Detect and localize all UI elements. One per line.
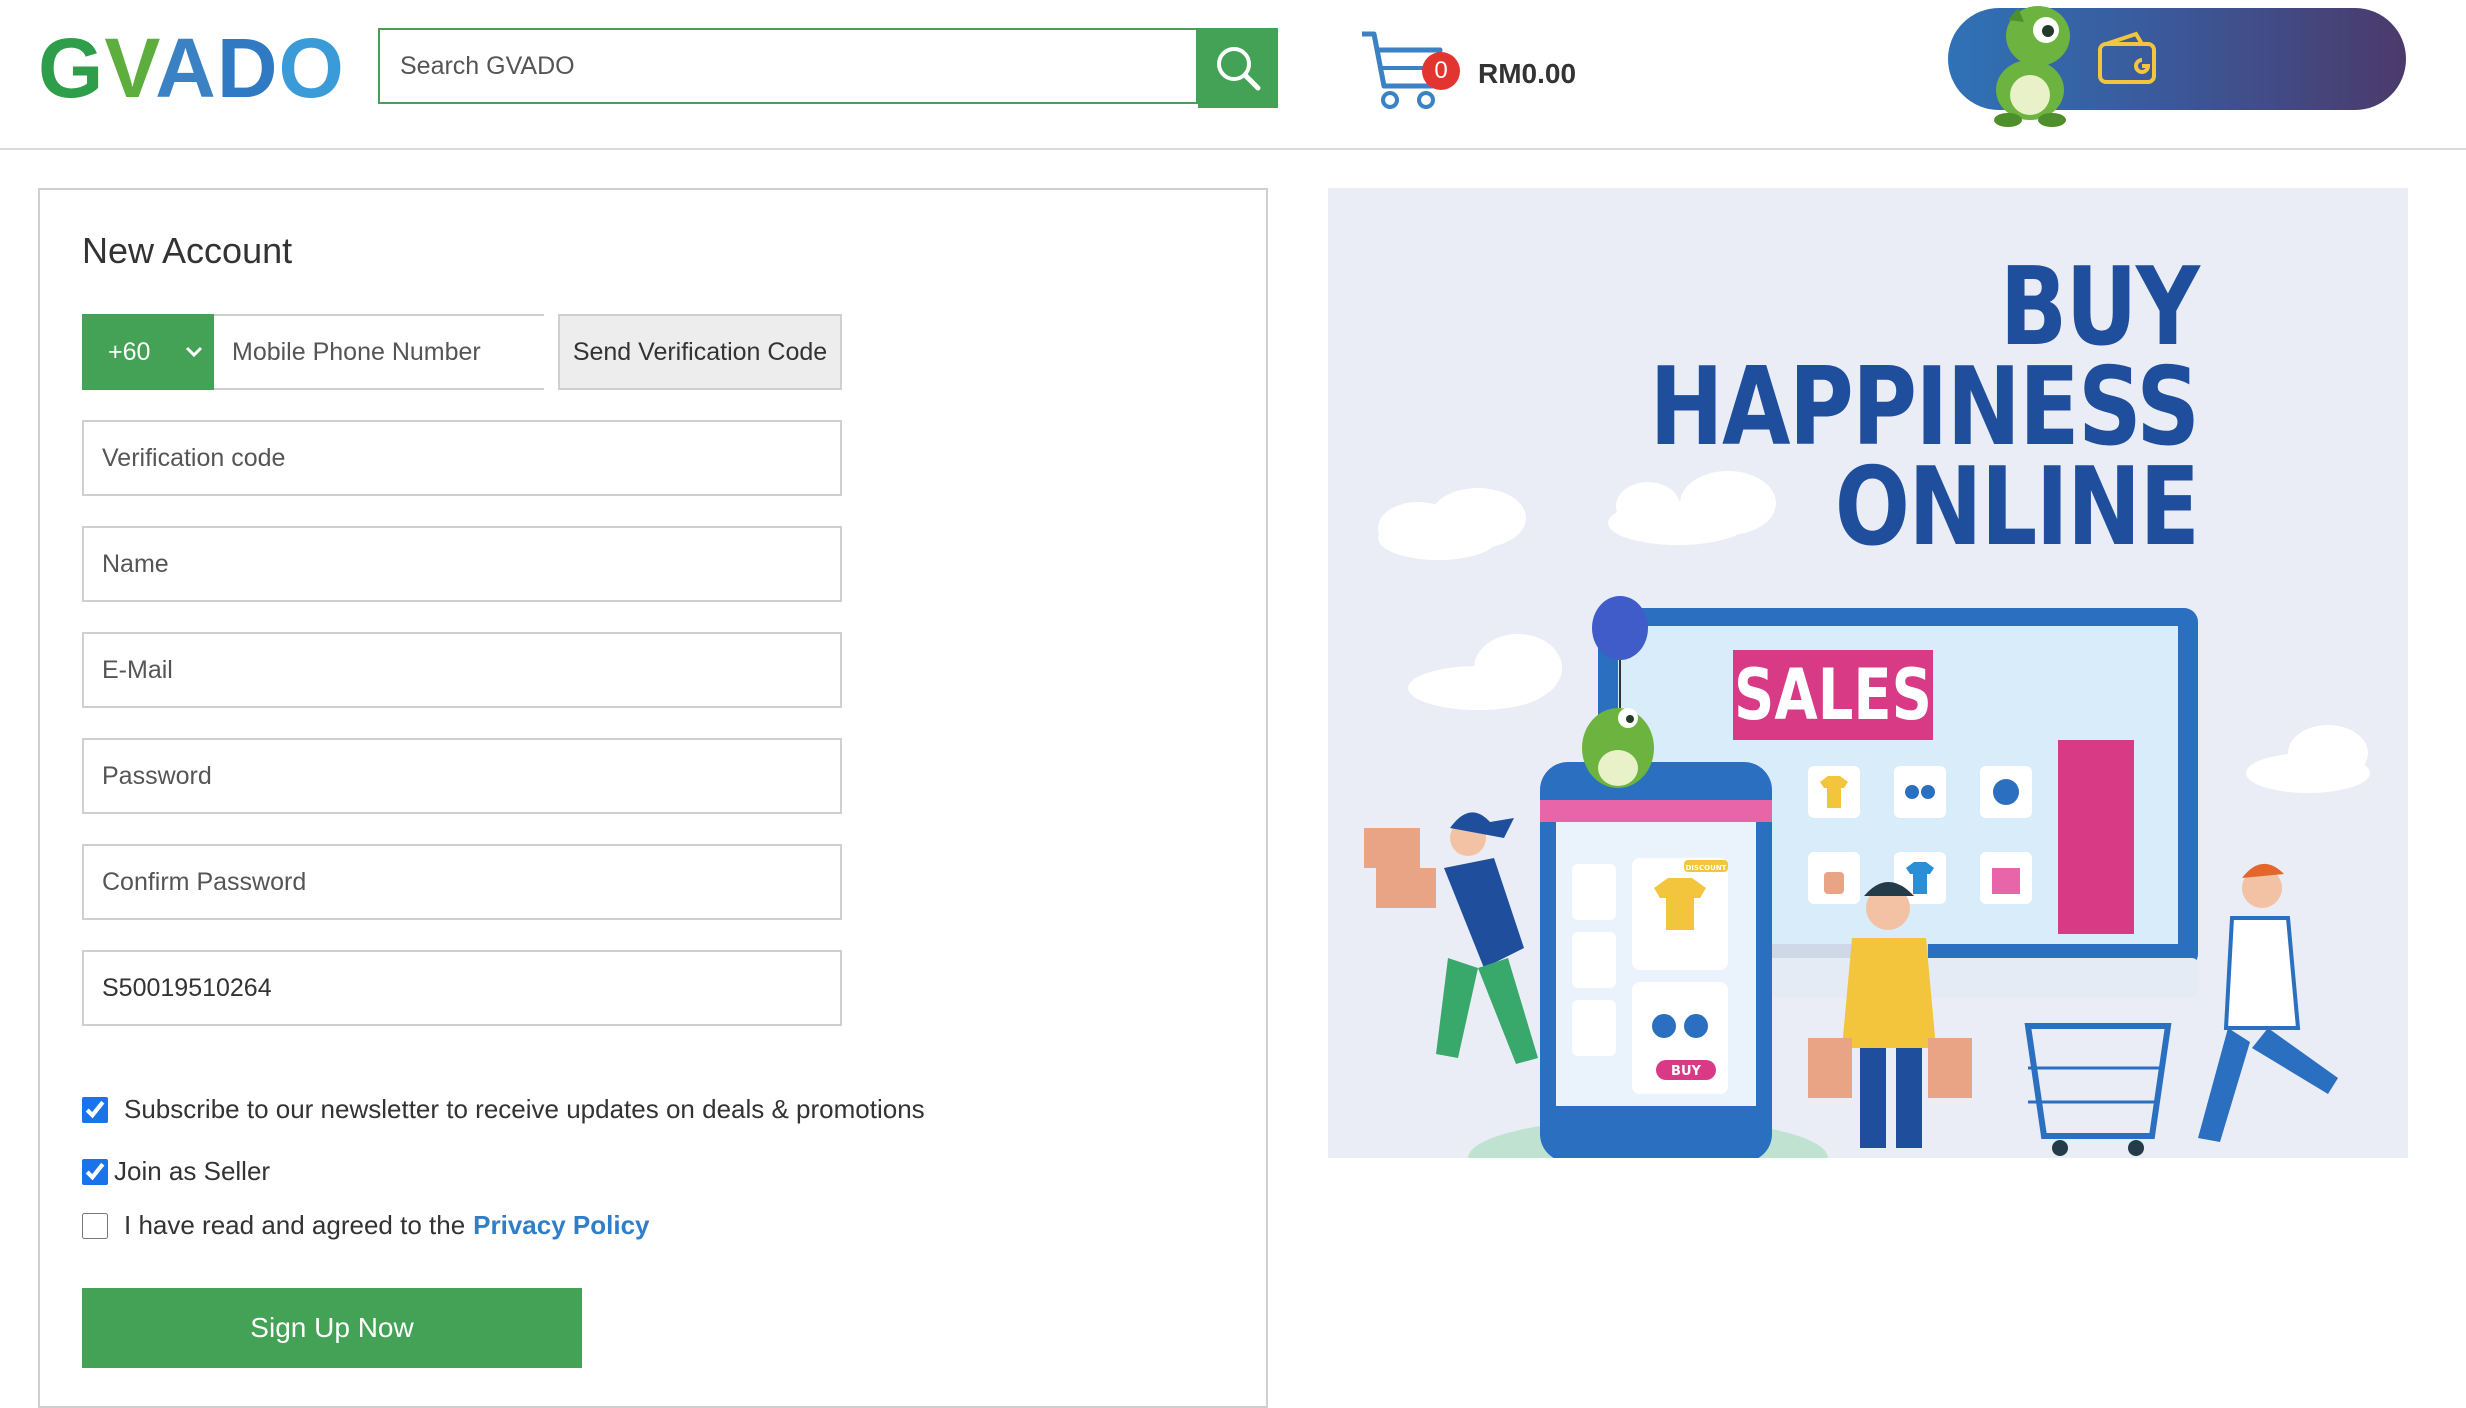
privacy-policy-checkbox[interactable] xyxy=(82,1212,108,1239)
logo-letter: D xyxy=(216,21,279,115)
seller-option[interactable]: Join as Seller xyxy=(82,1156,270,1187)
phone-row: +60 Send Verification Code xyxy=(82,314,842,390)
send-verification-code-button[interactable]: Send Verification Code xyxy=(558,314,842,390)
search-button[interactable] xyxy=(1198,28,1278,108)
search-input[interactable] xyxy=(378,28,1198,104)
referral-code-input[interactable] xyxy=(82,950,842,1026)
sign-up-button[interactable]: Sign Up Now xyxy=(82,1288,582,1368)
name-input[interactable] xyxy=(82,526,842,602)
buy-tag: BUY xyxy=(1671,1064,1701,1079)
email-input[interactable] xyxy=(82,632,842,708)
phone-number-input[interactable] xyxy=(214,314,544,390)
logo-letter: V xyxy=(104,21,156,115)
sales-sign: SALES xyxy=(1733,650,1933,740)
country-code-select[interactable]: +60 xyxy=(82,314,214,390)
discount-tag: DISCOUNT xyxy=(1686,864,1727,872)
site-header: GVADO 0 RM0.00 xyxy=(0,0,2466,150)
cart-button[interactable]: 0 xyxy=(1358,24,1460,114)
password-input[interactable] xyxy=(82,738,842,814)
privacy-policy-link[interactable]: Privacy Policy xyxy=(473,1210,649,1241)
privacy-policy-option[interactable]: I have read and agreed to the Privacy Po… xyxy=(82,1210,650,1241)
newsletter-checkbox[interactable] xyxy=(82,1096,108,1123)
wallet-icon xyxy=(2098,31,2156,84)
country-code-value: +60 xyxy=(108,337,151,366)
woman-with-boxes-figure xyxy=(1364,812,1538,1064)
search-bar xyxy=(378,28,1278,108)
gvado-logo[interactable]: GVADO xyxy=(38,26,345,110)
new-account-form: New Account +60 Send Verification Code S… xyxy=(38,188,1268,1408)
chevron-down-icon xyxy=(185,346,203,358)
logo-letter: G xyxy=(38,21,105,115)
balloon-icon xyxy=(1592,596,1648,660)
confirm-password-input[interactable] xyxy=(82,844,842,920)
newsletter-option[interactable]: Subscribe to our newsletter to receive u… xyxy=(82,1094,925,1125)
dinosaur-mascot-icon xyxy=(1994,6,2070,127)
verification-code-input[interactable] xyxy=(82,420,842,496)
logo-letter: A xyxy=(155,21,217,115)
join-seller-checkbox[interactable] xyxy=(82,1158,108,1185)
promo-banner[interactable]: BUY HAPPINESS ONLINE BUY DISCOUNT SALES xyxy=(1328,188,2408,1158)
seller-label: Join as Seller xyxy=(114,1156,271,1186)
search-icon xyxy=(1217,47,1261,91)
cart-total: RM0.00 xyxy=(1478,58,1577,89)
form-title: New Account xyxy=(82,230,293,271)
policy-prefix-text: I have read and agreed to the xyxy=(124,1210,466,1240)
newsletter-label: Subscribe to our newsletter to receive u… xyxy=(124,1094,925,1124)
logo-letter: O xyxy=(278,21,345,115)
cart-count-badge: 0 xyxy=(1422,52,1460,90)
